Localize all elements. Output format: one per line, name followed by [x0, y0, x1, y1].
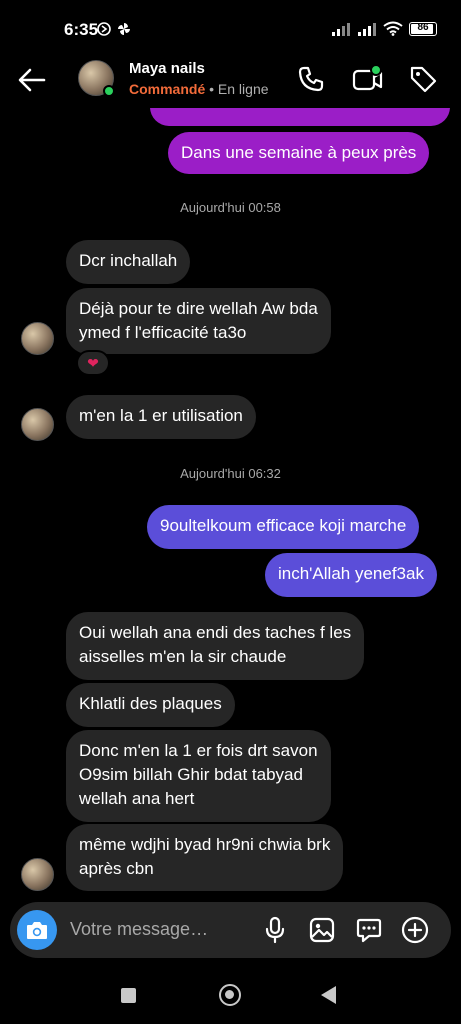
chat-header: Maya nails Commandé • En ligne	[0, 52, 461, 108]
message-line: wellah ana hert	[79, 789, 195, 808]
message-bubble-out[interactable]: Dans une semaine à peux près	[168, 132, 430, 174]
contact-subtitle: Commandé • En ligne	[129, 81, 269, 97]
online-indicator	[103, 85, 115, 97]
status-system-icons: 86	[331, 21, 437, 36]
microphone-icon	[265, 916, 285, 944]
camera-icon	[27, 922, 47, 939]
back-button[interactable]	[16, 64, 48, 101]
recents-button[interactable]	[121, 988, 136, 1003]
gallery-icon	[309, 917, 335, 943]
camera-button[interactable]	[17, 910, 57, 950]
contact-name[interactable]: Maya nails	[129, 60, 205, 77]
message-input[interactable]: Votre message…	[70, 919, 208, 940]
add-icon	[401, 916, 429, 944]
add-button[interactable]	[401, 916, 429, 949]
message-line: aisselles m'en la sir chaude	[79, 647, 287, 666]
message-line: après cbn	[79, 859, 154, 878]
message-composer: Votre message…	[10, 902, 451, 958]
message-line: ymed f l'efficacité ta3o	[79, 323, 247, 342]
status-time: 6:35	[64, 20, 99, 39]
video-call-button[interactable]	[352, 64, 384, 99]
contact-avatar[interactable]	[78, 60, 115, 97]
message-line: Déjà pour te dire wellah Aw bda	[79, 299, 318, 318]
signal-icon	[332, 22, 350, 36]
message-bubble-partial[interactable]	[150, 108, 450, 126]
wifi-icon	[383, 21, 403, 36]
message-line: Donc m'en la 1 er fois drt savon	[79, 741, 318, 760]
reaction-heart[interactable]: ❤	[76, 350, 110, 376]
sticker-button[interactable]	[355, 916, 383, 949]
message-line: même wdjhi byad hr9ni chwia brk	[79, 835, 331, 854]
message-bubble-in[interactable]: Khlatli des plaques	[66, 683, 235, 727]
message-bubble-in[interactable]: même wdjhi byad hr9ni chwia brk après cb…	[66, 824, 344, 891]
message-list[interactable]: Dans une semaine à peux près Aujourd'hui…	[0, 108, 461, 900]
sender-avatar[interactable]	[21, 858, 54, 891]
status-bar: 6:35 86	[0, 0, 461, 52]
sender-avatar[interactable]	[21, 408, 54, 441]
presence-status: En ligne	[217, 81, 269, 97]
message-line: Oui wellah ana endi des taches f les	[79, 623, 352, 642]
message-bubble-in[interactable]: m'en la 1 er utilisation	[66, 395, 256, 439]
pinwheel-icon	[118, 23, 130, 35]
battery-level: 86	[417, 21, 429, 33]
message-bubble-out[interactable]: inch'Allah yenef3ak	[265, 553, 437, 597]
tag-icon	[410, 66, 437, 93]
message-bubble-in[interactable]: Oui wellah ana endi des taches f les ais…	[66, 612, 365, 680]
order-status: Commandé	[129, 81, 206, 97]
back-nav-button[interactable]	[321, 986, 336, 1004]
microphone-button[interactable]	[264, 916, 286, 949]
tag-button[interactable]	[408, 64, 438, 99]
message-bubble-in[interactable]: Déjà pour te dire wellah Aw bda ymed f l…	[66, 288, 331, 354]
subtitle-separator: •	[205, 81, 218, 97]
video-icon	[352, 64, 383, 91]
phone-icon	[298, 66, 324, 92]
system-navigation-bar	[0, 960, 461, 1024]
sync-icon	[97, 22, 111, 36]
sticker-icon	[356, 918, 382, 943]
home-button[interactable]	[219, 984, 241, 1006]
timestamp: Aujourd'hui 06:32	[180, 466, 281, 481]
timestamp: Aujourd'hui 00:58	[180, 200, 281, 215]
signal-icon-2	[358, 22, 376, 36]
heart-icon: ❤	[87, 354, 99, 371]
battery-icon: 86	[409, 21, 437, 36]
message-bubble-out[interactable]: 9oultelkoum efficace koji marche	[147, 505, 420, 549]
message-line: O9sim billah Ghir bdat tabyad	[79, 765, 303, 784]
gallery-button[interactable]	[308, 916, 336, 949]
message-bubble-in[interactable]: Dcr inchallah	[66, 240, 191, 284]
sender-avatar[interactable]	[21, 322, 54, 355]
call-button[interactable]	[296, 64, 326, 99]
status-notification-icons	[97, 22, 131, 36]
message-bubble-in[interactable]: Donc m'en la 1 er fois drt savon O9sim b…	[66, 730, 331, 822]
back-arrow-icon	[18, 68, 46, 92]
